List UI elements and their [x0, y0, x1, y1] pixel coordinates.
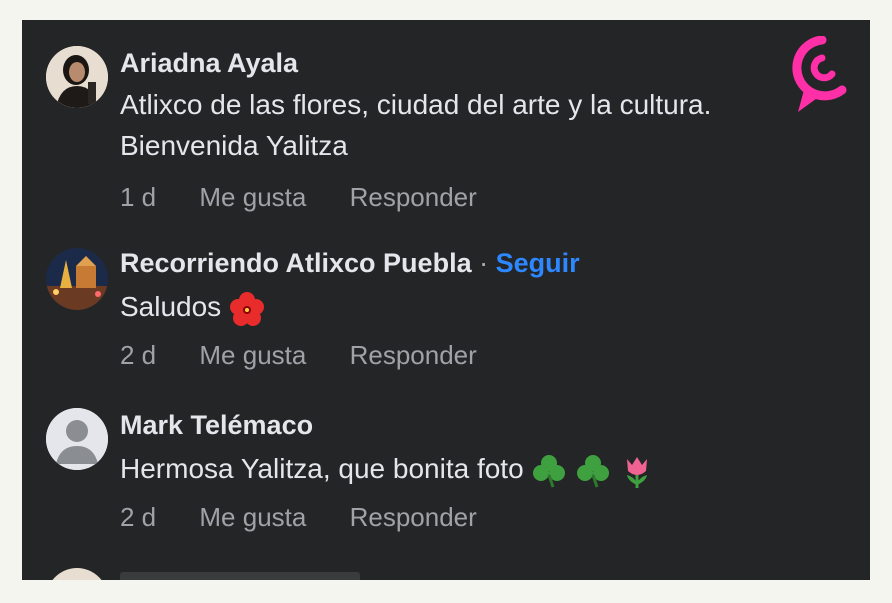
avatar[interactable]	[46, 248, 108, 310]
comment-author-row: Recorriendo Atlixco Puebla · Seguir	[120, 248, 580, 279]
comment-text: Hermosa Yalitza, que bonita foto	[120, 448, 655, 489]
cut-off-author	[120, 572, 360, 580]
follow-button[interactable]: Seguir	[496, 248, 580, 278]
separator-dot: ·	[479, 248, 489, 278]
reply-button[interactable]: Responder	[350, 340, 477, 370]
comments-panel: Ariadna Ayala Atlixco de las flores, ciu…	[22, 20, 870, 580]
timestamp[interactable]: 2 d	[120, 340, 156, 370]
avatar[interactable]	[46, 46, 108, 108]
tulip-icon	[627, 456, 647, 488]
brand-logo-icon	[792, 36, 847, 112]
comment-author[interactable]: Mark Telémaco	[120, 410, 313, 441]
reply-button[interactable]: Responder	[350, 502, 477, 532]
comment-author[interactable]: Ariadna Ayala	[120, 48, 298, 79]
hibiscus-icon	[229, 291, 264, 326]
comment-author[interactable]: Recorriendo Atlixco Puebla	[120, 248, 472, 278]
comment-text: Atlixco de las flores, ciudad del arte y…	[120, 84, 711, 166]
timestamp[interactable]: 2 d	[120, 502, 156, 532]
person-silhouette-icon	[46, 408, 108, 470]
comment-line: Atlixco de las flores, ciudad del arte y…	[120, 89, 712, 120]
like-button[interactable]: Me gusta	[199, 502, 306, 532]
reply-button[interactable]: Responder	[350, 182, 477, 212]
like-button[interactable]: Me gusta	[199, 182, 306, 212]
comment-actions: 2 d Me gusta Responder	[120, 340, 513, 371]
shamrock-icon	[577, 454, 610, 488]
comment-actions: 2 d Me gusta Responder	[120, 502, 513, 533]
comment-text: Saludos	[120, 286, 265, 327]
timestamp[interactable]: 1 d	[120, 182, 156, 212]
avatar[interactable]	[46, 568, 108, 580]
like-button[interactable]: Me gusta	[199, 340, 306, 370]
comment-actions: 1 d Me gusta Responder	[120, 182, 513, 213]
partial-comment	[46, 568, 360, 580]
shamrock-icon	[533, 454, 566, 488]
avatar[interactable]	[46, 408, 108, 470]
comment-line: Hermosa Yalitza, que bonita foto	[120, 453, 524, 484]
comment-line: Bienvenida Yalitza	[120, 130, 348, 161]
comment-line: Saludos	[120, 291, 222, 322]
